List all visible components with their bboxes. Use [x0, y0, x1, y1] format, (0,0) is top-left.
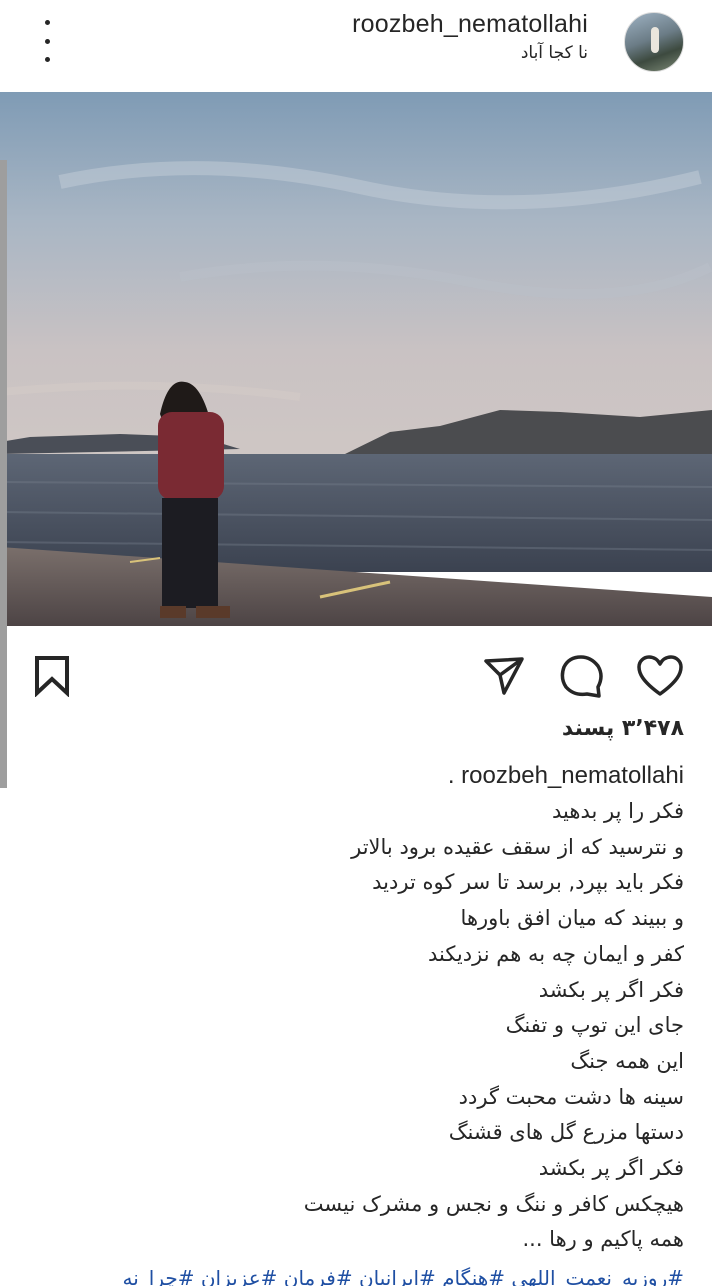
- caption-line: و نترسید که از سقف عقیده برود بالاتر: [351, 834, 684, 859]
- action-bar: [0, 640, 712, 710]
- caption-line: هیچکس کافر و ننگ و نجس و مشرک نیست: [303, 1191, 684, 1216]
- caption-line: و ببیند که میان افق باورها: [460, 906, 684, 931]
- username[interactable]: roozbeh_nematollahi: [352, 10, 588, 39]
- location[interactable]: نا کجا آباد: [352, 43, 588, 63]
- caption-line: جای این توپ و تفنگ: [505, 1013, 684, 1038]
- bookmark-icon[interactable]: [26, 650, 78, 702]
- comment-icon[interactable]: [556, 650, 608, 702]
- avatar[interactable]: [624, 12, 684, 72]
- caption-line: دستها مزرع گل های قشنگ: [448, 1120, 684, 1145]
- hashtags[interactable]: #روزبه_نعمت_اللهی #هنگام #ایرانیان #فرما…: [0, 1266, 712, 1286]
- caption-line: فکر باید بپرد, برسد تا سر کوه تردید: [372, 870, 684, 895]
- caption: . roozbeh_nematollahi فکر را پر بدهید و …: [24, 758, 684, 1258]
- post-photo[interactable]: [0, 92, 712, 626]
- heart-icon[interactable]: [634, 650, 686, 702]
- more-options-icon[interactable]: [30, 20, 64, 62]
- caption-line: کفر و ایمان چه به هم نزدیکند: [427, 941, 684, 966]
- user-block: roozbeh_nematollahi نا کجا آباد: [352, 10, 588, 63]
- post-header: roozbeh_nematollahi نا کجا آباد: [0, 0, 712, 92]
- likes-count[interactable]: ۳٬۴۷۸ پسند: [562, 716, 684, 741]
- caption-line: فکر اگر پر بکشد: [538, 977, 684, 1002]
- caption-line: سینه ها دشت محبت گردد: [458, 1084, 684, 1109]
- caption-username[interactable]: . roozbeh_nematollahi: [24, 758, 684, 794]
- caption-line: این همه جنگ: [570, 1048, 684, 1073]
- caption-line: همه پاکیم و رها ...: [522, 1227, 684, 1252]
- caption-line: فکر اگر پر بکشد: [538, 1156, 684, 1181]
- caption-line: فکر را پر بدهید: [552, 799, 684, 823]
- send-icon[interactable]: [478, 650, 530, 702]
